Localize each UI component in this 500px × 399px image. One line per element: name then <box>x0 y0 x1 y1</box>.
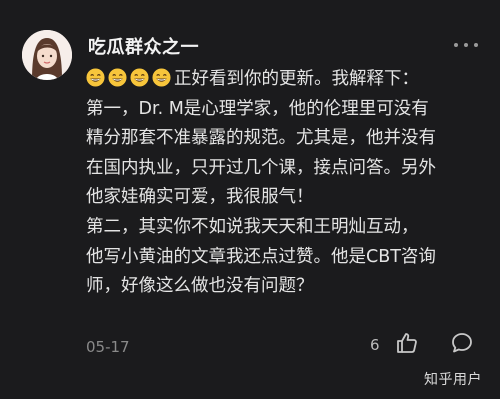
more-options-icon[interactable] <box>454 36 478 54</box>
grinning-face-emoji <box>152 68 171 87</box>
comment-line: 师，好像这么做也没有问题？ <box>86 276 314 297</box>
comment-line: 正好看到你的更新。我解释下： <box>174 69 419 89</box>
comment-text: 正好看到你的更新。我解释下： 第一，Dr. M是心理学家，他的伦理里可没有 精分… <box>86 65 490 302</box>
emoji-row <box>86 68 174 89</box>
comment-date: 05-17 <box>86 338 130 356</box>
comment-line: 他家娃确实可爱，我很服气！ <box>86 187 314 208</box>
comment-line: 第一，Dr. M是心理学家，他的伦理里可没有 <box>86 98 429 119</box>
username[interactable]: 吃瓜群众之一 <box>88 33 199 59</box>
comment-line: 在国内执业，只开过几个课，接点问答。另外 <box>86 157 436 178</box>
thumbs-up-icon[interactable] <box>395 331 419 355</box>
comment-card: 吃瓜群众之一 正好看到你的更新。我解释下： 第一，Dr. M是心理学家，他的伦理… <box>0 0 500 399</box>
comment-line: 精分那套不准暴露的规范。尤其是，他并没有 <box>86 128 436 149</box>
watermark: 知乎用户 <box>424 372 482 388</box>
comment-line: 他写小黄油的文章我还点过赞。他是CBT咨询 <box>86 246 436 267</box>
grinning-face-emoji <box>130 68 149 87</box>
comment-line: 第二，其实你不如说我天天和王明灿互动， <box>86 216 419 237</box>
grinning-face-emoji <box>108 68 127 87</box>
avatar-illustration <box>22 30 72 80</box>
like-count: 6 <box>370 336 380 354</box>
avatar[interactable] <box>22 30 72 80</box>
grinning-face-emoji <box>86 68 105 87</box>
comment-bubble-icon[interactable] <box>450 331 474 355</box>
